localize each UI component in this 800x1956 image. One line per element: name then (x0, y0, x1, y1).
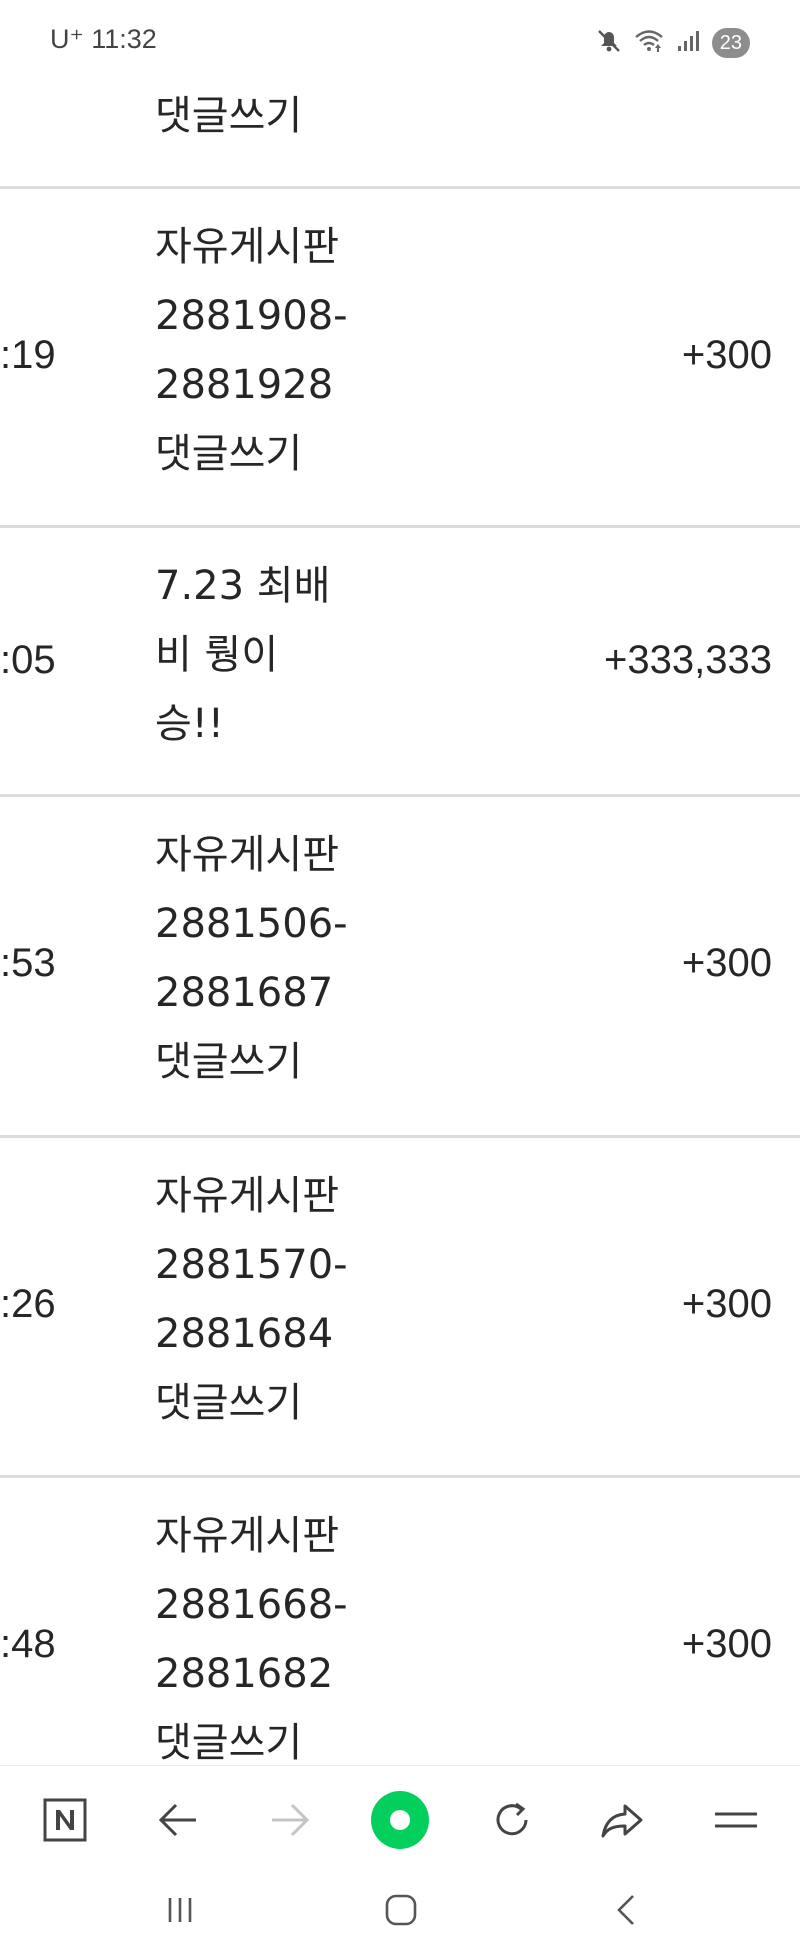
history-description: 자유게시판 2881570- 2881684 댓글쓰기 (155, 1162, 395, 1438)
refresh-button[interactable] (482, 1792, 542, 1852)
forward-button[interactable] (260, 1792, 320, 1852)
system-back-button[interactable] (596, 1887, 656, 1937)
history-time: :05 (0, 638, 56, 682)
description-line: 2881684 (155, 1311, 334, 1357)
back-button[interactable] (148, 1792, 208, 1852)
naver-n-icon (43, 1798, 87, 1846)
status-bar: U⁺ 11:32 23 (0, 0, 800, 86)
history-amount: +300 (681, 941, 772, 985)
description-line: 2881506- (155, 901, 348, 947)
description-line: 댓글쓰기 (155, 431, 303, 477)
system-back-icon (611, 1893, 641, 1931)
recent-apps-icon (163, 1895, 197, 1929)
history-description: 자유게시판 2881506- 2881687 댓글쓰기 (155, 821, 395, 1097)
history-amount: +300 (681, 1282, 772, 1326)
browser-toolbar (0, 1765, 800, 1878)
history-time: :26 (0, 1282, 56, 1326)
description-line: 댓글쓰기 (155, 1380, 303, 1426)
description-line: 댓글쓰기 (155, 93, 303, 139)
description-line: 2881668- (155, 1582, 348, 1628)
share-icon (599, 1800, 645, 1844)
naver-home-button[interactable] (35, 1792, 95, 1852)
green-dot-icon (370, 1790, 430, 1854)
history-time: :19 (0, 333, 56, 377)
back-arrow-icon (156, 1800, 200, 1844)
description-line: 자유게시판 (155, 224, 339, 270)
history-description: 7.23 최배 비 뤙이 승!! (155, 552, 395, 759)
carrier-time: U⁺ 11:32 (50, 24, 157, 54)
home-icon (384, 1893, 418, 1931)
mute-icon (596, 28, 622, 58)
description-line: 2881570- (155, 1242, 348, 1288)
history-row: :26 자유게시판 2881570- 2881684 댓글쓰기 +300 (0, 1138, 800, 1478)
home-button[interactable] (371, 1887, 431, 1937)
description-line: 2881682 (155, 1651, 334, 1697)
history-time: :53 (0, 941, 56, 985)
recent-apps-button[interactable] (150, 1887, 210, 1937)
history-description: 자유게시판 2881908- 2881928 댓글쓰기 (155, 213, 395, 489)
description-line: 자유게시판 (155, 832, 339, 878)
description-line: 자유게시판 (155, 1513, 339, 1559)
description-line: 2881908- (155, 293, 348, 339)
description-line: 댓글쓰기 (155, 1720, 303, 1765)
refresh-icon (490, 1798, 534, 1846)
history-description: 댓글쓰기 (155, 82, 395, 151)
signal-icon (676, 29, 700, 57)
wifi-icon (634, 28, 664, 58)
history-description: 자유게시판 2881668- 2881682 댓글쓰기 (155, 1502, 395, 1765)
history-time: :48 (0, 1622, 56, 1666)
history-row: :48 자유게시판 2881668- 2881682 댓글쓰기 +300 (0, 1478, 800, 1765)
green-dot-button[interactable] (370, 1790, 430, 1854)
notification-badge: 23 (711, 28, 750, 58)
description-line: 비 뤙이 (155, 632, 279, 678)
status-icons: 23 (596, 26, 750, 60)
point-history-list: 댓글쓰기 :19 자유게시판 2881908- 2881928 댓글쓰기 +30… (0, 0, 800, 1765)
history-row: :19 자유게시판 2881908- 2881928 댓글쓰기 +300 (0, 189, 800, 528)
description-line: 2881687 (155, 970, 334, 1016)
description-line: 댓글쓰기 (155, 1039, 303, 1085)
menu-icon (713, 1805, 759, 1839)
history-row: :53 자유게시판 2881506- 2881687 댓글쓰기 +300 (0, 797, 800, 1138)
history-amount: +333,333 (604, 638, 772, 682)
system-navigation-bar (0, 1877, 800, 1956)
description-line: 승!! (155, 701, 224, 747)
forward-arrow-icon (268, 1800, 312, 1844)
history-row: :05 7.23 최배 비 뤙이 승!! +333,333 (0, 528, 800, 797)
description-line: 7.23 최배 (155, 563, 331, 609)
description-line: 자유게시판 (155, 1173, 339, 1219)
history-amount: +300 (681, 1622, 772, 1666)
share-button[interactable] (592, 1792, 652, 1852)
menu-button[interactable] (706, 1792, 766, 1852)
description-line: 2881928 (155, 362, 334, 408)
history-amount: +300 (681, 333, 772, 377)
